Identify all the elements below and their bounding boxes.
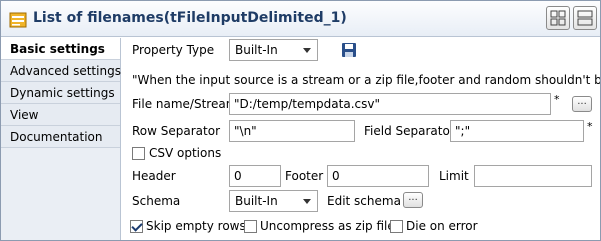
limit-label: Limit <box>439 169 469 183</box>
limit-input[interactable] <box>474 165 592 187</box>
row-separator-input[interactable]: "\n" <box>229 120 355 142</box>
title-bar: List of filenames(tFileInputDelimited_1) <box>1 1 600 37</box>
footer-label: Footer <box>285 169 324 183</box>
csv-options-checkbox[interactable] <box>132 147 145 160</box>
property-type-label: Property Type <box>132 43 215 57</box>
edit-schema-button[interactable]: ... <box>403 192 423 208</box>
schema-select[interactable]: Built-In <box>229 190 318 212</box>
sidebar-item-advanced-settings[interactable]: Advanced settings <box>1 60 121 82</box>
row-separator-label: Row Separator <box>132 124 221 138</box>
settings-sidebar: Basic settings Advanced settings Dynamic… <box>1 38 121 240</box>
footer-input[interactable]: 0 <box>327 165 429 187</box>
chevron-down-icon <box>303 199 311 204</box>
layout-grid-button[interactable] <box>546 6 570 30</box>
sidebar-item-view[interactable]: View <box>1 104 120 126</box>
uncompress-zip-checkbox[interactable] <box>244 220 257 233</box>
field-separator-required-mark: * <box>587 120 593 133</box>
die-on-error-label: Die on error <box>406 219 478 233</box>
uncompress-zip-label: Uncompress as zip file <box>260 219 395 233</box>
csv-options-label: CSV options <box>149 146 222 160</box>
info-message: "When the input source is a stream or a … <box>132 73 600 87</box>
field-separator-label: Field Separator <box>364 124 455 138</box>
list-layout-icon <box>577 10 593 26</box>
die-on-error-checkbox[interactable] <box>390 220 403 233</box>
layout-list-button[interactable] <box>573 6 597 30</box>
schema-value: Built-In <box>235 194 278 208</box>
browse-file-button[interactable]: ... <box>572 96 592 112</box>
basic-settings-panel: Property Type Built-In "When the input s… <box>122 38 600 240</box>
filename-label: File name/Stream <box>132 97 238 111</box>
sidebar-item-basic-settings[interactable]: Basic settings <box>1 38 120 60</box>
sidebar-item-dynamic-settings[interactable]: Dynamic settings <box>1 82 120 104</box>
edit-schema-label: Edit schema <box>327 194 401 208</box>
field-separator-input[interactable]: ";" <box>450 120 584 142</box>
header-label: Header <box>132 169 176 183</box>
chevron-down-icon <box>303 48 311 53</box>
skip-empty-rows-checkbox[interactable] <box>130 220 143 233</box>
footer-value: 0 <box>332 169 340 183</box>
skip-empty-rows-label: Skip empty rows <box>146 219 246 233</box>
sidebar-item-documentation[interactable]: Documentation <box>1 126 120 148</box>
schema-label: Schema <box>132 194 181 208</box>
property-type-value: Built-In <box>235 43 278 57</box>
property-type-select[interactable]: Built-In <box>229 39 318 61</box>
grid-layout-icon <box>550 10 566 26</box>
filename-value: "D:/temp/tempdata.csv" <box>234 97 380 111</box>
header-input[interactable]: 0 <box>229 165 281 187</box>
filename-required-mark: * <box>554 93 560 106</box>
window-title: List of filenames(tFileInputDelimited_1) <box>33 10 347 26</box>
row-separator-value: "\n" <box>234 124 257 138</box>
component-icon <box>9 12 27 28</box>
component-settings-window: List of filenames(tFileInputDelimited_1)… <box>0 0 601 241</box>
field-separator-value: ";" <box>455 124 471 138</box>
header-value: 0 <box>234 169 242 183</box>
filename-input[interactable]: "D:/temp/tempdata.csv" <box>229 93 551 115</box>
save-icon[interactable] <box>341 42 357 58</box>
